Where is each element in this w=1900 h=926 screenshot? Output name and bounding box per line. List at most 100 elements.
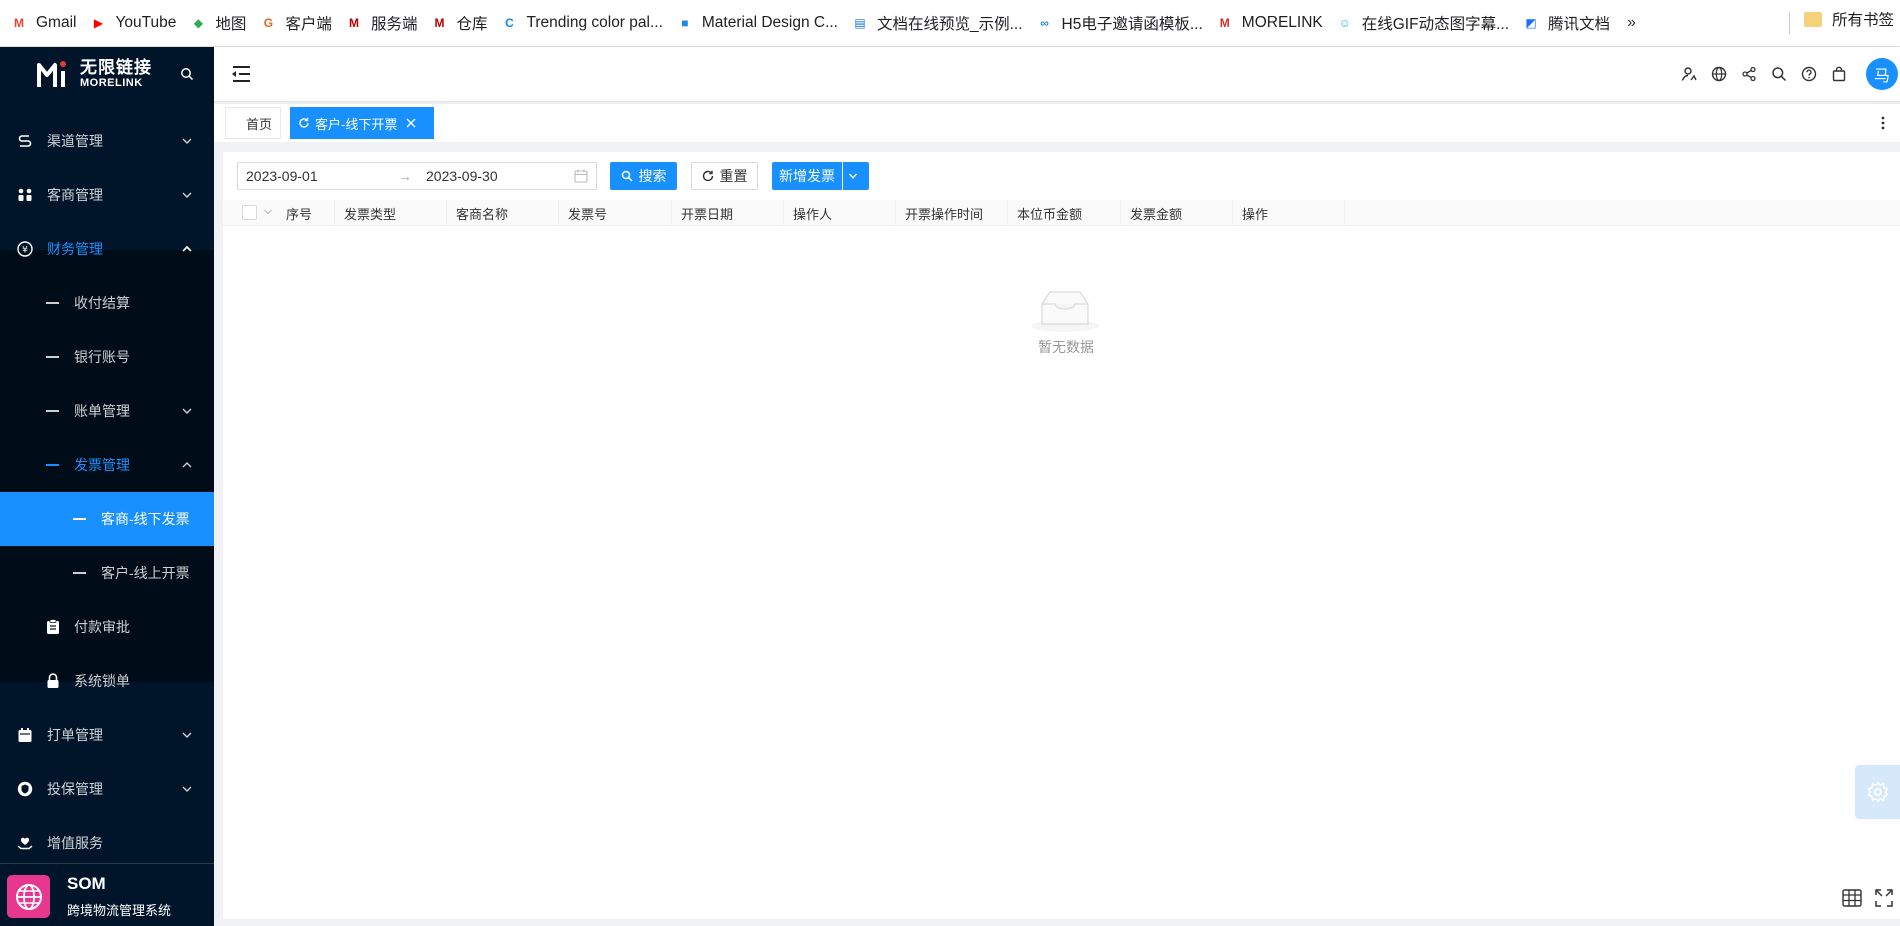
bookmark-item[interactable]: ▤ 文档在线预览_示例...	[847, 8, 1032, 38]
search-icon[interactable]	[180, 67, 194, 81]
folder-label: 所有书签	[1831, 12, 1894, 29]
dash-icon	[46, 302, 59, 304]
logo[interactable]: 无限链接 MORELINK	[0, 47, 214, 105]
tab-label: 客户-线下开票	[315, 116, 398, 132]
bookmark-item[interactable]: M MORELINK	[1212, 8, 1332, 38]
bookmark-item[interactable]: ■ Material Design C...	[672, 8, 847, 38]
search-button-label: 搜索	[638, 168, 667, 184]
menu-customer-online-invoice[interactable]: 客户-线上开票	[0, 546, 214, 600]
menu-label: 付款审批	[74, 619, 130, 635]
select-all-checkbox[interactable]	[242, 205, 257, 220]
add-invoice-dropdown[interactable]	[843, 162, 869, 190]
date-range-picker[interactable]: 2023-09-01 → 2023-09-30	[237, 162, 597, 190]
bookmark-item[interactable]: ◩ 腾讯文档	[1518, 8, 1619, 38]
menu-bank-account[interactable]: 银行账号	[0, 330, 214, 384]
menu-fold-icon[interactable]	[230, 64, 252, 84]
chevron-down-icon	[182, 138, 192, 144]
bookmark-item[interactable]: M Gmail	[6, 8, 85, 38]
menu-label: 客商-线下发票	[101, 511, 190, 527]
menu-settlement[interactable]: 收付结算	[0, 276, 214, 330]
coolors-icon: C	[505, 16, 514, 30]
menu-invoice-management[interactable]: 发票管理	[0, 438, 214, 492]
all-bookmarks-folder[interactable]: 所有书签	[1803, 8, 1900, 30]
column-header[interactable]: 开票日期	[672, 200, 784, 226]
column-header[interactable]: 发票号	[559, 200, 672, 226]
bookmark-item[interactable]: C Trending color pal...	[496, 8, 671, 38]
menu-channel-management[interactable]: 渠道管理	[0, 114, 214, 168]
search-icon[interactable]	[1764, 59, 1794, 89]
menu-label: 系统锁单	[74, 673, 130, 689]
menu-label: 客户-线上开票	[101, 565, 190, 581]
table-tools	[1841, 887, 1900, 909]
add-invoice-button[interactable]: 新增发票	[772, 162, 842, 190]
column-header[interactable]: 发票类型	[335, 200, 447, 226]
fullscreen-icon[interactable]	[1873, 887, 1895, 909]
bookmark-label: MORELINK	[1241, 14, 1323, 31]
doc-icon: ▤	[854, 16, 866, 30]
column-header[interactable]: 客商名称	[447, 200, 559, 226]
column-header[interactable]: 操作	[1233, 200, 1345, 226]
empty-text: 暂无数据	[1038, 339, 1094, 355]
tabs-bar: 首页 客户-线下开票	[214, 104, 1900, 142]
chevron-down-icon	[182, 786, 192, 792]
menu-print-management[interactable]: 打单管理	[0, 708, 214, 762]
bookmark-label: Trending color pal...	[526, 14, 663, 31]
gmail-icon: M	[14, 16, 24, 30]
user-switch-icon[interactable]	[1674, 59, 1704, 89]
menu-label: 投保管理	[47, 781, 103, 797]
menu-finance-management[interactable]: ¥ 财务管理	[0, 222, 214, 276]
chevron-down-icon	[848, 173, 858, 179]
logo-title: 无限链接	[80, 58, 152, 77]
bookmark-item[interactable]: ▶ YouTube	[85, 8, 185, 38]
globe-icon[interactable]	[1704, 59, 1734, 89]
menu-merchant-management[interactable]: 客商管理	[0, 168, 214, 222]
avatar[interactable]: 马	[1866, 58, 1898, 90]
menu-merchant-offline-invoice[interactable]: 客商-线下发票	[0, 492, 214, 546]
top-header: 马	[214, 47, 1900, 101]
help-icon[interactable]	[1794, 59, 1824, 89]
search-button[interactable]: 搜索	[610, 162, 677, 190]
dash-icon	[46, 356, 59, 358]
column-header[interactable]: 序号	[277, 200, 335, 226]
table-icon[interactable]	[1841, 887, 1863, 909]
tab-home[interactable]: 首页	[225, 107, 281, 139]
end-date-input[interactable]: 2023-09-30	[426, 168, 498, 184]
reset-button[interactable]: 重置	[691, 162, 758, 190]
clipboard-icon	[45, 619, 61, 635]
menu-bill-management[interactable]: 账单管理	[0, 384, 214, 438]
close-icon[interactable]	[406, 118, 416, 128]
column-header[interactable]: 本位币金额	[1008, 200, 1121, 226]
share-icon[interactable]	[1734, 59, 1764, 89]
menu-label: 银行账号	[74, 349, 130, 365]
bookmark-item[interactable]: M 仓库	[426, 8, 496, 38]
map-icon: ◆	[193, 16, 204, 30]
menu-payment-approval[interactable]: 付款审批	[0, 600, 214, 654]
column-header[interactable]: 发票金额	[1121, 200, 1233, 226]
bookmark-item[interactable]: G 客户端	[255, 8, 341, 38]
start-date-input[interactable]: 2023-09-01	[246, 168, 318, 184]
divider	[1789, 12, 1790, 34]
reset-button-label: 重置	[719, 168, 748, 184]
column-header[interactable]: 操作人	[784, 200, 896, 226]
bookmark-item[interactable]: ☺ 在线GIF动态图字幕...	[1332, 8, 1518, 38]
tab-customer-offline-invoice[interactable]: 客户-线下开票	[290, 107, 434, 139]
more-vertical-icon[interactable]	[1876, 114, 1890, 132]
menu-insurance-management[interactable]: 投保管理	[0, 762, 214, 816]
bookmark-label: 文档在线预览_示例...	[877, 16, 1023, 33]
bookmark-label: 服务端	[370, 16, 418, 33]
chevron-down-icon[interactable]	[263, 207, 273, 217]
bookmark-item[interactable]: ◆ 地图	[185, 8, 255, 38]
settings-drawer-button[interactable]	[1855, 765, 1900, 819]
menu-label: 财务管理	[47, 241, 103, 257]
lock-icon	[45, 673, 61, 689]
hand-heart-icon	[17, 835, 33, 851]
bookmark-item[interactable]: ∞ H5电子邀请函模板...	[1032, 8, 1212, 38]
bookmarks-overflow-button[interactable]: »	[1627, 14, 1636, 32]
column-header[interactable]: 开票操作时间	[896, 200, 1008, 226]
menu-value-added-service[interactable]: 增值服务	[0, 816, 214, 870]
shopping-bag-icon[interactable]	[1824, 59, 1854, 89]
menu-system-lock[interactable]: 系统锁单	[0, 654, 214, 708]
refresh-icon[interactable]	[298, 117, 310, 129]
chevron-up-icon	[182, 462, 192, 468]
bookmark-item[interactable]: M 服务端	[341, 8, 427, 38]
